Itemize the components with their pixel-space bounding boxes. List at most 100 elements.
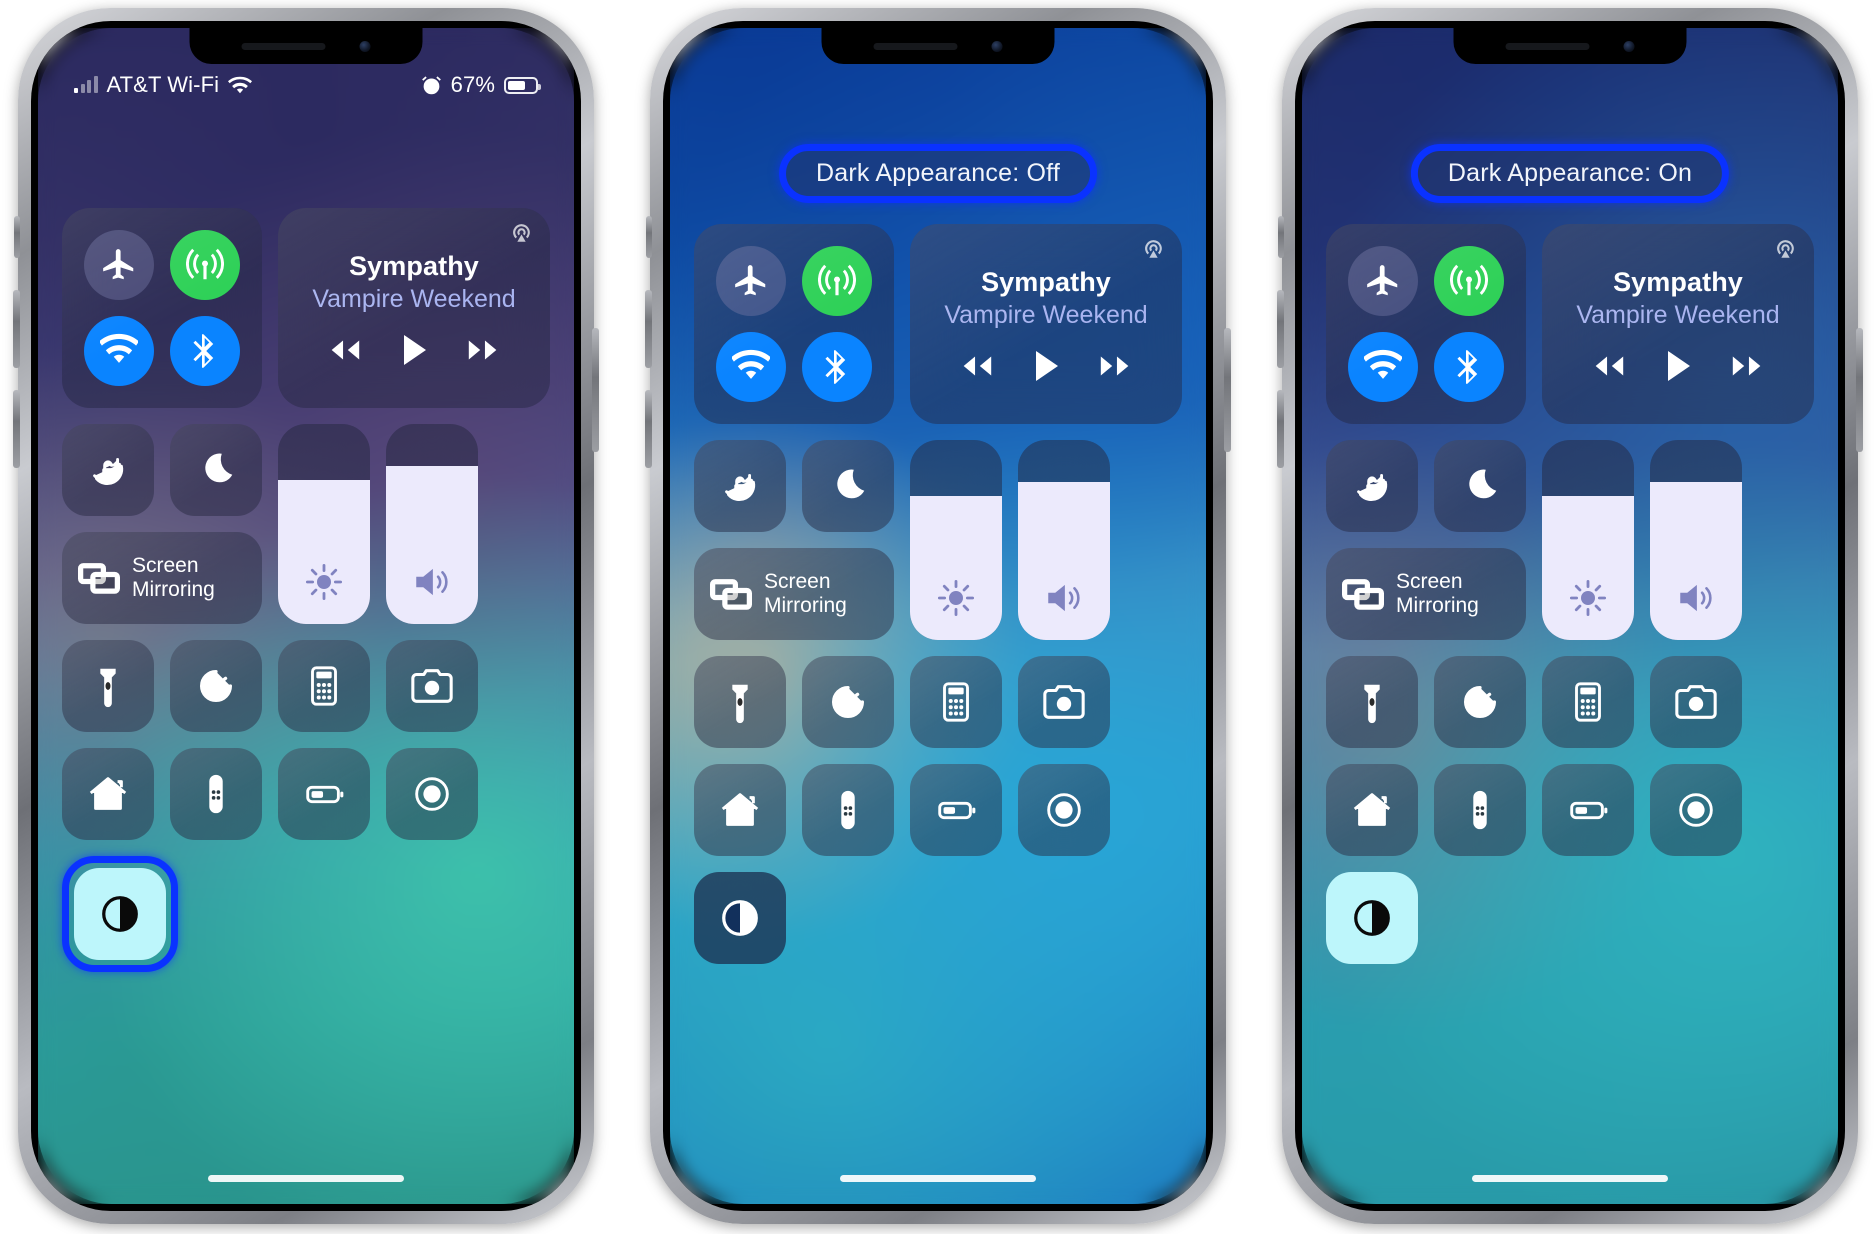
timer-tile[interactable] — [802, 656, 894, 748]
home-indicator-3[interactable] — [1472, 1175, 1668, 1182]
mute-switch-3[interactable] — [1278, 216, 1284, 258]
wifi-icon — [228, 76, 253, 93]
power-button-2[interactable] — [1224, 328, 1231, 452]
low-power-mode-tile[interactable] — [910, 764, 1002, 856]
wifi-toggle[interactable] — [84, 316, 154, 386]
screen-mirroring-label-line1: Screen — [132, 553, 199, 577]
home-tile[interactable] — [694, 764, 786, 856]
screen-mirroring-tile[interactable]: Screen Mirroring — [1326, 548, 1526, 640]
iphone-device-3: Dark Appearance: On Sympathy Vampire Wee… — [1277, 8, 1863, 1224]
rewind-icon[interactable] — [1589, 353, 1627, 379]
brightness-slider[interactable] — [278, 424, 370, 624]
timer-tile[interactable] — [170, 640, 262, 732]
do-not-disturb-tile[interactable] — [170, 424, 262, 516]
volume-down-button-3[interactable] — [1277, 390, 1284, 468]
bluetooth-toggle[interactable] — [170, 316, 240, 386]
camera-tile[interactable] — [386, 640, 478, 732]
play-icon[interactable] — [401, 334, 427, 366]
now-playing-module-3[interactable]: Sympathy Vampire Weekend — [1542, 224, 1814, 424]
volume-down-button-2[interactable] — [645, 390, 652, 468]
screen-mirroring-label-line2: Mirroring — [132, 578, 215, 601]
do-not-disturb-tile[interactable] — [1434, 440, 1526, 532]
cellular-data-toggle[interactable] — [1434, 246, 1504, 316]
airplay-audio-icon[interactable] — [1773, 238, 1798, 263]
volume-slider[interactable] — [1018, 440, 1110, 640]
volume-slider[interactable] — [1650, 440, 1742, 640]
bluetooth-toggle[interactable] — [802, 332, 872, 402]
calculator-tile[interactable] — [278, 640, 370, 732]
rotation-lock-tile[interactable] — [694, 440, 786, 532]
flashlight-tile[interactable] — [62, 640, 154, 732]
calculator-tile[interactable] — [910, 656, 1002, 748]
bluetooth-toggle[interactable] — [1434, 332, 1504, 402]
low-power-mode-tile[interactable] — [1542, 764, 1634, 856]
play-icon[interactable] — [1033, 350, 1059, 382]
cc-row-utilities-a-2 — [694, 656, 1182, 748]
volume-up-button-3[interactable] — [1277, 290, 1284, 368]
alarm-clock-icon — [421, 75, 441, 94]
camera-tile[interactable] — [1650, 656, 1742, 748]
do-not-disturb-tile[interactable] — [802, 440, 894, 532]
cc-row-middle-3: Screen Mirroring — [1326, 440, 1814, 640]
home-indicator-2[interactable] — [840, 1175, 1036, 1182]
rotation-lock-tile[interactable] — [1326, 440, 1418, 532]
apple-tv-remote-tile[interactable] — [802, 764, 894, 856]
cellular-data-toggle[interactable] — [802, 246, 872, 316]
wifi-toggle[interactable] — [1348, 332, 1418, 402]
calculator-tile[interactable] — [1542, 656, 1634, 748]
cc-row-dark-mode-2 — [694, 872, 1182, 964]
wifi-toggle[interactable] — [716, 332, 786, 402]
airplay-audio-icon[interactable] — [1141, 238, 1166, 263]
fast-forward-icon[interactable] — [465, 337, 503, 363]
tile-row-b-2: Screen Mirroring — [694, 548, 894, 640]
control-center-2: Sympathy Vampire Weekend Screen Mirrorin… — [694, 224, 1182, 964]
screen-recording-tile[interactable] — [1650, 764, 1742, 856]
rewind-icon[interactable] — [957, 353, 995, 379]
flashlight-tile[interactable] — [694, 656, 786, 748]
airplane-mode-toggle[interactable] — [716, 246, 786, 316]
cellular-data-toggle[interactable] — [170, 230, 240, 300]
dark-appearance-tile[interactable] — [694, 872, 786, 964]
airplane-mode-toggle[interactable] — [84, 230, 154, 300]
iphone-device-2: Dark Appearance: Off Sympathy Vampire We… — [645, 8, 1231, 1224]
volume-down-button-1[interactable] — [13, 390, 20, 468]
mute-switch-2[interactable] — [646, 216, 652, 258]
volume-slider[interactable] — [386, 424, 478, 624]
fast-forward-icon[interactable] — [1097, 353, 1135, 379]
volume-up-button-2[interactable] — [645, 290, 652, 368]
apple-tv-remote-tile[interactable] — [170, 748, 262, 840]
airplane-mode-toggle[interactable] — [1348, 246, 1418, 316]
screen-mirroring-tile[interactable]: Screen Mirroring — [62, 532, 262, 624]
fast-forward-icon[interactable] — [1729, 353, 1767, 379]
cellular-signal-icon — [74, 76, 98, 93]
play-icon[interactable] — [1665, 350, 1691, 382]
home-tile[interactable] — [62, 748, 154, 840]
timer-tile[interactable] — [1434, 656, 1526, 748]
screen-mirroring-tile[interactable]: Screen Mirroring — [694, 548, 894, 640]
airplay-audio-icon[interactable] — [509, 222, 534, 247]
screen-recording-tile[interactable] — [1018, 764, 1110, 856]
dark-appearance-tile[interactable] — [1326, 872, 1418, 964]
mute-switch-1[interactable] — [14, 216, 20, 258]
volume-up-button-1[interactable] — [13, 290, 20, 368]
rewind-icon[interactable] — [325, 337, 363, 363]
tile-row-a-1 — [62, 424, 262, 516]
home-indicator-1[interactable] — [208, 1175, 404, 1182]
power-button-3[interactable] — [1856, 328, 1863, 452]
dark-appearance-tile[interactable] — [74, 868, 166, 960]
power-button-1[interactable] — [592, 328, 599, 452]
brightness-slider[interactable] — [1542, 440, 1634, 640]
tile-row-a-2 — [694, 440, 894, 532]
camera-tile[interactable] — [1018, 656, 1110, 748]
apple-tv-remote-tile[interactable] — [1434, 764, 1526, 856]
cc-row-utilities-a-3 — [1326, 656, 1814, 748]
flashlight-tile[interactable] — [1326, 656, 1418, 748]
low-power-mode-tile[interactable] — [278, 748, 370, 840]
now-playing-module-2[interactable]: Sympathy Vampire Weekend — [910, 224, 1182, 424]
screen-recording-tile[interactable] — [386, 748, 478, 840]
rotation-lock-tile[interactable] — [62, 424, 154, 516]
home-tile[interactable] — [1326, 764, 1418, 856]
now-playing-module-1[interactable]: Sympathy Vampire Weekend — [278, 208, 550, 408]
tile-group-3: Screen Mirroring — [1326, 440, 1526, 640]
brightness-slider[interactable] — [910, 440, 1002, 640]
